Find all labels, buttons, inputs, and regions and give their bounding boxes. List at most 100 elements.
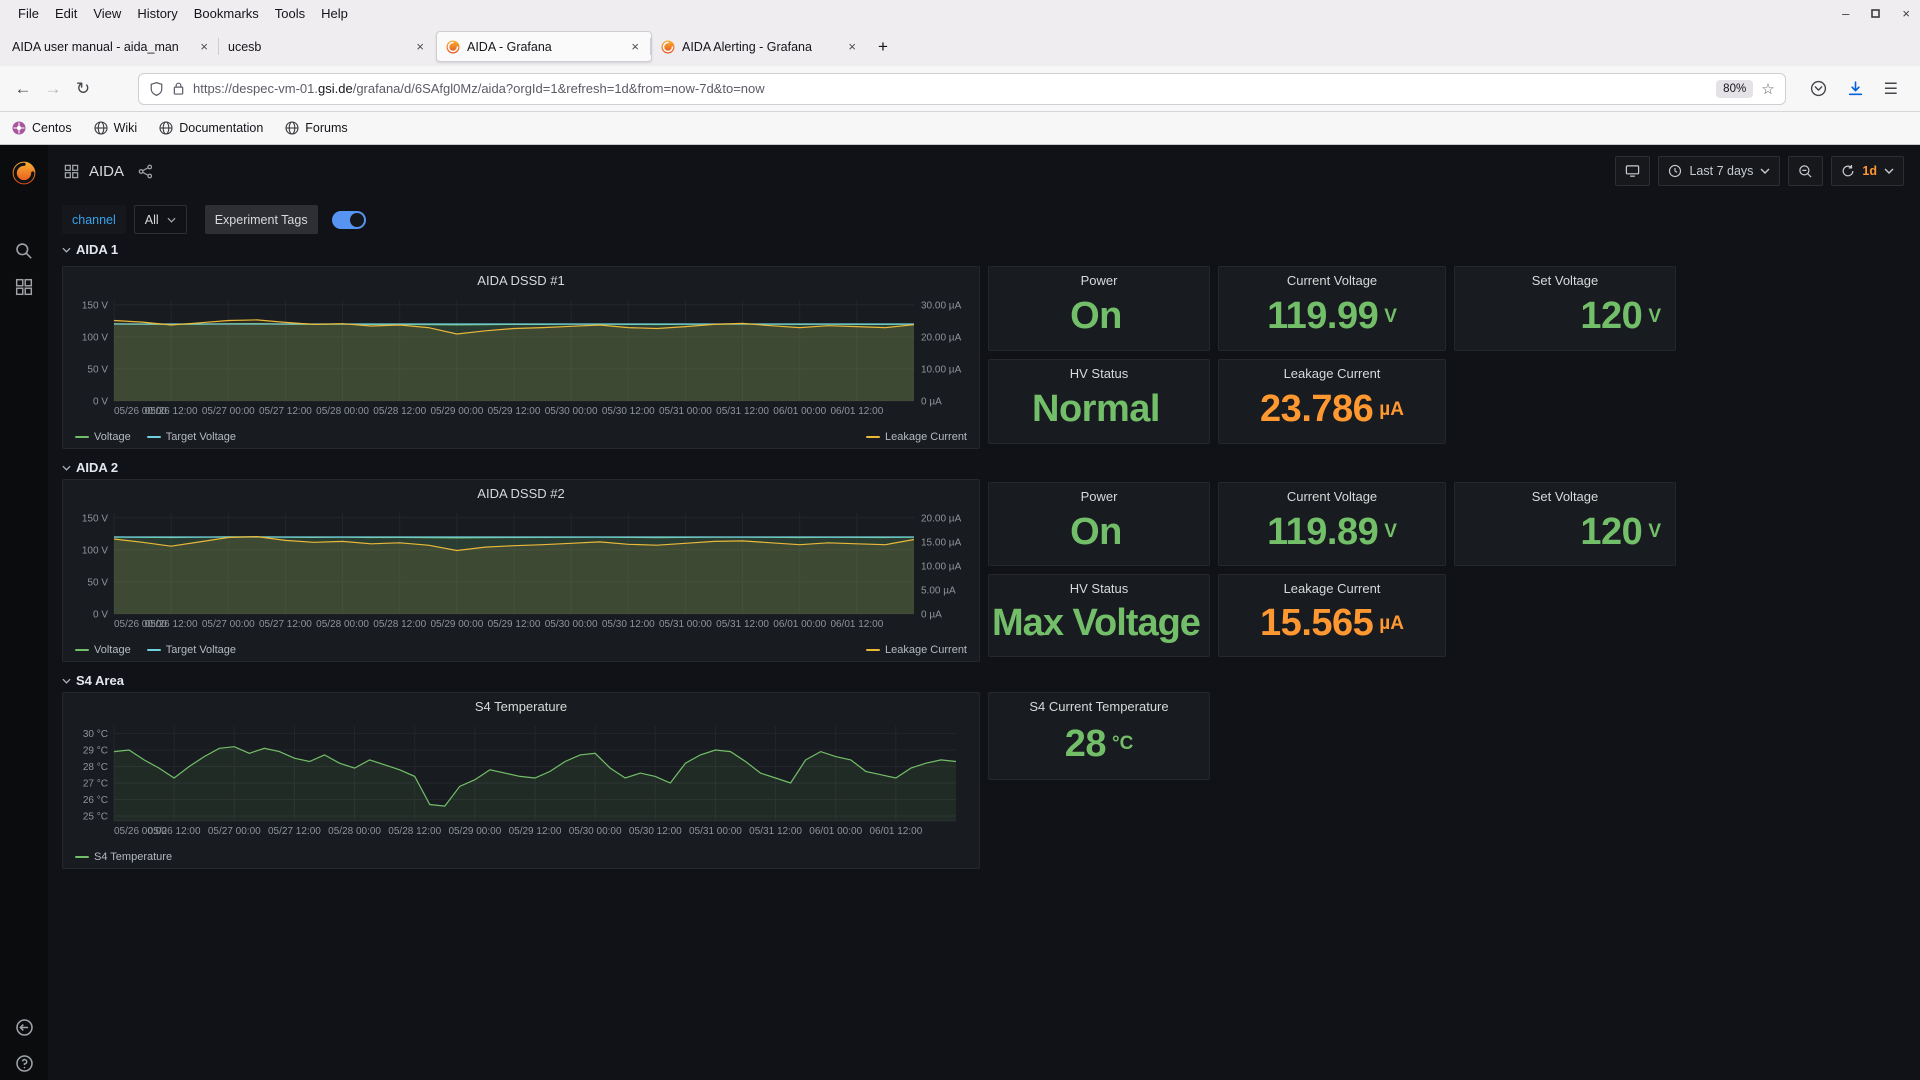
legend-item[interactable]: S4 Temperature <box>75 851 172 863</box>
legend-item[interactable]: Target Voltage <box>146 644 237 656</box>
menu-edit[interactable]: Edit <box>47 2 85 25</box>
panel-title[interactable]: S4 Temperature <box>63 693 979 719</box>
legend-item[interactable]: Leakage Current <box>866 431 967 443</box>
refresh-interval-label[interactable]: 1d <box>1862 164 1877 178</box>
search-icon[interactable] <box>0 233 48 269</box>
app-menu-icon[interactable]: ☰ <box>1884 79 1898 99</box>
share-icon[interactable] <box>138 164 153 179</box>
stat-title[interactable]: Leakage Current <box>1219 575 1445 601</box>
legend-series-color <box>75 855 89 859</box>
page-zoom-badge[interactable]: 80% <box>1716 79 1754 98</box>
time-range-picker[interactable]: Last 7 days <box>1658 156 1781 186</box>
refresh-button[interactable]: 1d <box>1831 156 1904 186</box>
panel-title[interactable]: AIDA DSSD #1 <box>63 267 979 293</box>
zoom-out-button[interactable] <box>1788 156 1824 186</box>
menu-bookmarks[interactable]: Bookmarks <box>186 2 267 25</box>
minimize-button[interactable]: – <box>1842 6 1849 21</box>
section-header-s4-area[interactable]: S4 Area <box>62 673 124 688</box>
menu-history[interactable]: History <box>129 2 185 25</box>
bookmark-wiki[interactable]: Wiki <box>94 121 137 135</box>
bookmark-centos[interactable]: Centos <box>12 121 72 135</box>
menu-view[interactable]: View <box>85 2 129 25</box>
chart-panel-s4-temperature: S4 Temperature 25 °C 26 °C 27 °C 28 °C 29 °C… <box>62 692 980 869</box>
tv-mode-button[interactable] <box>1615 156 1651 186</box>
stat-title[interactable]: Current Voltage <box>1219 267 1445 293</box>
menu-help[interactable]: Help <box>313 2 356 25</box>
bookmark-forums[interactable]: Forums <box>285 121 348 135</box>
svg-text:05/31 00:00: 05/31 00:00 <box>659 619 712 630</box>
experiment-tags-toggle[interactable] <box>331 210 366 229</box>
tab-ucesb[interactable]: ucesb × <box>218 31 436 62</box>
stat-value: 119.99 V <box>1267 295 1397 337</box>
legend-item[interactable]: Voltage <box>75 431 131 443</box>
svg-text:05/26 12:00: 05/26 12:00 <box>145 619 198 630</box>
tab-close-icon[interactable]: × <box>627 37 643 56</box>
variable-channel-label[interactable]: channel <box>62 205 126 234</box>
legend-item[interactable]: Voltage <box>75 644 131 656</box>
svg-text:30.00 µA: 30.00 µA <box>921 300 962 311</box>
tab-close-icon[interactable]: × <box>844 37 860 56</box>
stat-title[interactable]: HV Status <box>989 575 1209 601</box>
menu-file[interactable]: File <box>10 2 47 25</box>
section-header-aida-1[interactable]: AIDA 1 <box>62 242 118 257</box>
tab-aida-user-manual[interactable]: AIDA user manual - aida_man × <box>4 31 220 62</box>
svg-text:06/01 00:00: 06/01 00:00 <box>773 619 826 630</box>
dashboard-grid-icon <box>64 164 79 179</box>
stat-title[interactable]: Leakage Current <box>1219 360 1445 386</box>
stat-title[interactable]: HV Status <box>989 360 1209 386</box>
new-tab-button[interactable]: + <box>868 35 898 59</box>
legend-item[interactable]: Target Voltage <box>146 431 236 443</box>
stat-value: 119.89 V <box>1267 510 1397 553</box>
stat-title[interactable]: Set Voltage <box>1455 483 1675 509</box>
bookmark-star-icon[interactable]: ☆ <box>1761 80 1774 98</box>
download-icon[interactable] <box>1847 80 1864 97</box>
dashboards-icon[interactable] <box>0 269 48 305</box>
clock-icon <box>1669 164 1682 178</box>
stat-title[interactable]: Set Voltage <box>1455 267 1675 293</box>
svg-text:05/31 00:00: 05/31 00:00 <box>659 406 712 417</box>
variable-channel-value-dropdown[interactable]: All <box>133 205 187 234</box>
url-bar[interactable]: https://despec-vm-01.gsi.de/grafana/d/6S… <box>138 72 1786 105</box>
timeseries-chart[interactable]: 0 V 50 V 100 V 150 V 0 µA 10.00 µA 20.00 µA 30.… <box>70 293 972 423</box>
sign-in-icon[interactable] <box>0 1009 48 1045</box>
tab-title: ucesb <box>228 39 262 54</box>
grafana-logo-icon[interactable] <box>0 153 48 193</box>
section-title: AIDA 1 <box>76 242 119 257</box>
legend-item[interactable]: Leakage Current <box>866 644 967 656</box>
stat-title[interactable]: Power <box>989 483 1209 509</box>
forward-button[interactable]: → <box>38 74 68 104</box>
stat-title[interactable]: S4 Current Temperature <box>989 693 1209 719</box>
tab-close-icon[interactable]: × <box>196 37 212 56</box>
svg-text:06/01 12:00: 06/01 12:00 <box>830 406 883 417</box>
tab-close-icon[interactable]: × <box>412 37 428 56</box>
legend-series-label: Target Voltage <box>165 644 237 656</box>
stat-panel-current-voltage-aida2: Current Voltage 119.89 V <box>1218 482 1446 566</box>
section-header-aida-2[interactable]: AIDA 2 <box>62 460 118 475</box>
tab-aida-alerting-grafana[interactable]: AIDA Alerting - Grafana × <box>650 31 868 62</box>
stat-value: Max Voltage <box>992 602 1201 644</box>
close-button[interactable]: × <box>1902 6 1910 21</box>
panel-title[interactable]: AIDA DSSD #2 <box>63 480 979 506</box>
chevron-down-icon <box>167 217 176 223</box>
timeseries-chart[interactable]: 0 V 50 V 100 V 150 V 0 µA 5.00 µA 10.00 µA 15.0… <box>70 506 972 636</box>
back-button[interactable]: ← <box>8 74 38 104</box>
tab-aida-grafana[interactable]: AIDA - Grafana × <box>436 31 652 62</box>
menu-tools[interactable]: Tools <box>267 2 313 25</box>
reload-button[interactable]: ↻ <box>68 74 98 104</box>
bookmark-documentation[interactable]: Documentation <box>159 121 263 135</box>
tracking-shield-icon[interactable] <box>149 81 164 97</box>
lock-icon[interactable] <box>172 81 185 96</box>
stat-title[interactable]: Power <box>989 267 1209 293</box>
timeseries-chart[interactable]: 25 °C26 °C27 °C28 °C29 °C30 °C05/26 00:0… <box>70 719 972 843</box>
stat-title[interactable]: Current Voltage <box>1219 483 1445 509</box>
legend-series-color <box>866 435 881 439</box>
pocket-icon[interactable] <box>1810 80 1827 97</box>
help-icon[interactable] <box>0 1045 48 1080</box>
maximize-button[interactable] <box>1871 9 1881 18</box>
svg-text:100 V: 100 V <box>82 545 108 556</box>
legend-series-color <box>866 648 881 652</box>
svg-text:30 °C: 30 °C <box>83 729 108 740</box>
svg-text:05/30 12:00: 05/30 12:00 <box>602 619 655 630</box>
dashboard-title[interactable]: AIDA <box>89 163 124 180</box>
chart-legend: Voltage Target Voltage Leakage Current <box>75 431 967 443</box>
